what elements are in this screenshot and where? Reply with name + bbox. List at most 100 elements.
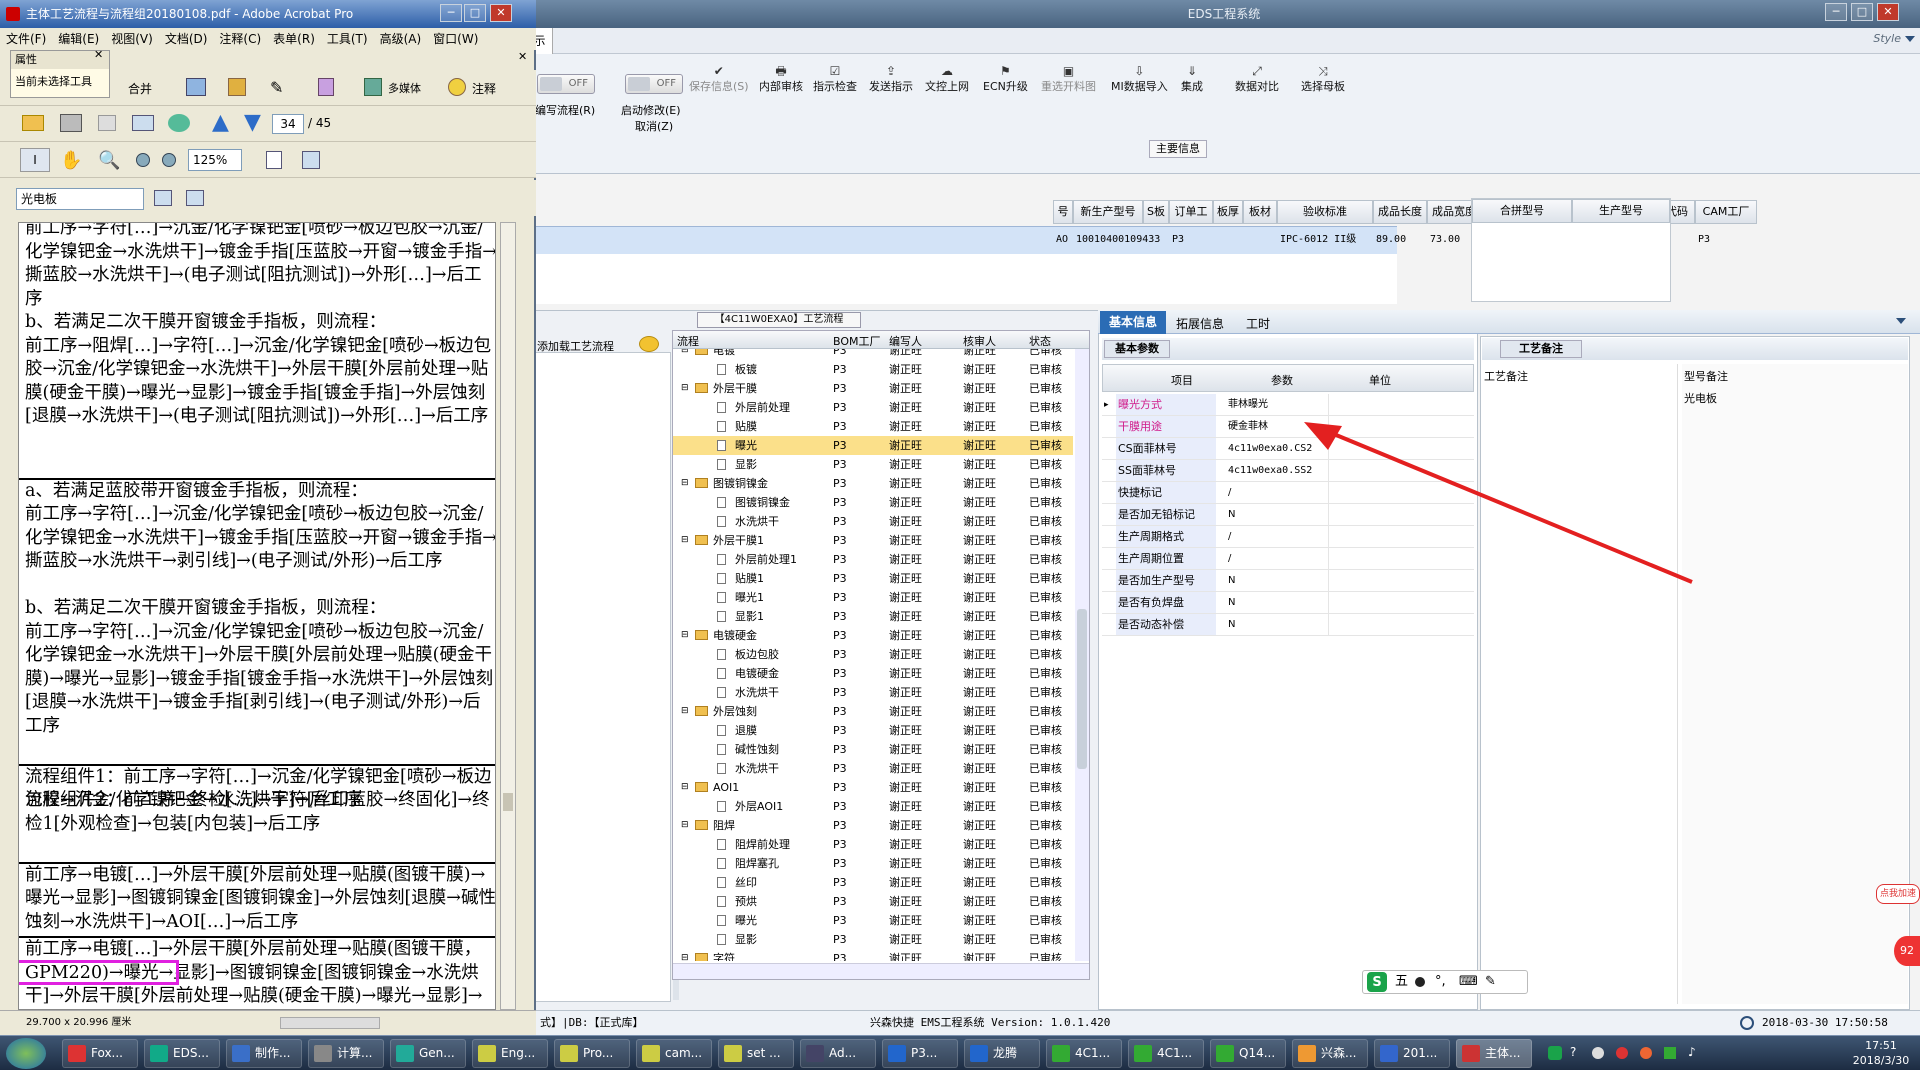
comment-button[interactable]: 注释 [472,80,496,97]
minimize-icon[interactable]: ─ [1825,3,1847,21]
pdf-menu-item[interactable]: 高级(A) [380,32,422,46]
tab-work-hours[interactable]: 工时 [1246,315,1270,332]
tree-vscroll[interactable] [1075,349,1089,961]
collapse-icon[interactable]: ⊟ [681,816,689,835]
tree-row[interactable]: ⊟ 外层干膜 P3 谢正旺 谢正旺 已审核 [673,379,1073,398]
column-header[interactable]: 成品长度 [1373,200,1427,224]
pdf-minimize-icon[interactable]: ─ [440,4,462,22]
pdf-hscroll[interactable] [280,1017,380,1029]
pdf-menu-item[interactable]: 编辑(E) [58,32,99,46]
tree-hscroll[interactable] [673,963,1089,979]
toolbar-button[interactable]: ☁ 文控上网 [925,64,969,94]
ribbon-expand-icon[interactable] [1905,36,1915,42]
taskbar-item[interactable]: 制作... [226,1039,302,1068]
zoom-out-icon[interactable] [136,153,150,167]
panel-close-icon[interactable]: ✕ [518,50,527,63]
tree-row[interactable]: 阻焊前处理 P3 谢正旺 谢正旺 已审核 [673,835,1073,854]
pdf-scroll-thumb[interactable] [503,793,513,811]
param-value[interactable]: N [1228,614,1324,636]
param-row[interactable]: ▸ 曝光方式 菲林曝光 [1102,394,1474,416]
collapse-icon[interactable]: ⊟ [681,349,689,360]
bookmark-options-icon[interactable] [154,190,172,206]
column-header[interactable]: S板 [1143,200,1169,224]
next-page-icon[interactable]: ▼ [244,110,261,135]
taskbar-item[interactable]: Gen... [390,1039,466,1068]
pdf-document-page[interactable]: 前工序→字符[…]→沉金/化学镍钯金[喷砂→板边包胶→沉金/化学镍钯金→水洗烘干… [18,222,496,1010]
tree-row[interactable]: 水洗烘干 P3 谢正旺 谢正旺 已审核 [673,683,1073,702]
toolbar-button[interactable]: ▣ 重选开料图 [1041,64,1096,94]
taskbar-item[interactable]: set ... [718,1039,794,1068]
tree-column-header[interactable]: 状态 [1029,333,1051,349]
properties-close-icon[interactable]: ✕ [94,48,103,61]
pdf-menu-item[interactable]: 工具(T) [327,32,368,46]
tree-row[interactable]: 阻焊塞孔 P3 谢正旺 谢正旺 已审核 [673,854,1073,873]
pdf-close-icon[interactable]: ✕ [490,4,512,22]
tree-row[interactable]: 水洗烘干 P3 谢正旺 谢正旺 已审核 [673,759,1073,778]
tree-row[interactable]: ⊟ 外层蚀刻 P3 谢正旺 谢正旺 已审核 [673,702,1073,721]
param-unit[interactable] [1328,592,1438,613]
column-header[interactable]: 板厚 [1213,200,1243,224]
process-note-tab[interactable]: 工艺备注 [1500,340,1582,358]
cancel-label[interactable]: 取消(Z) [635,118,673,134]
column-header[interactable]: 订单工厂 [1169,200,1213,240]
taskbar-item[interactable]: Eng... [472,1039,548,1068]
tab-extended-info[interactable]: 拓展信息 [1176,315,1224,332]
zoom-select[interactable]: 125% [188,149,242,171]
multimedia-button[interactable]: 多媒体 [388,80,421,96]
save-icon[interactable] [98,115,116,131]
ime-tools-icon[interactable]: ✎ [1485,971,1496,993]
email-icon[interactable] [132,115,154,131]
prev-page-icon[interactable]: ▲ [212,110,229,135]
param-value[interactable]: 菲林曝光 [1228,394,1324,416]
taskbar-item[interactable]: Pro... [554,1039,630,1068]
taskbar-item[interactable]: Ad... [800,1039,876,1068]
tree-row[interactable]: ⊟ 图镀铜镍金 P3 谢正旺 谢正旺 已审核 [673,474,1073,493]
pdf-vscroll[interactable] [500,222,516,1010]
ime-moon-icon[interactable] [1415,977,1425,987]
zoom-in-icon[interactable] [162,153,176,167]
collapse-icon[interactable]: ⊟ [681,626,689,645]
collapse-icon[interactable]: ⊟ [681,778,689,797]
comment-icon[interactable] [639,336,659,352]
tree-row[interactable]: 退膜 P3 谢正旺 谢正旺 已审核 [673,721,1073,740]
tree-row[interactable]: ⊟ 电镀硬金 P3 谢正旺 谢正旺 已审核 [673,626,1073,645]
taskbar-item[interactable]: 主体... [1456,1039,1532,1068]
tree-row[interactable]: 曝光1 P3 谢正旺 谢正旺 已审核 [673,588,1073,607]
tab-basic-info[interactable]: 基本信息 [1100,311,1166,334]
pdf-menu-item[interactable]: 窗口(W) [433,32,478,46]
bookmark-expand-icon[interactable] [186,190,204,206]
tree-scroll-thumb[interactable] [1077,609,1087,769]
fit-page-icon[interactable] [266,151,282,169]
pdf-menu-item[interactable]: 文件(F) [6,32,46,46]
tree-row[interactable]: 贴膜1 P3 谢正旺 谢正旺 已审核 [673,569,1073,588]
style-label[interactable]: Style [1873,32,1901,45]
tree-column-header[interactable]: BOM工厂 [833,333,881,349]
taskbar-item[interactable]: 计算... [308,1039,384,1068]
start-modify-toggle[interactable]: OFF [625,74,683,94]
toolbar-button[interactable]: ⚑ ECN升级 [983,64,1028,94]
toolbar-button[interactable]: ☑ 指示检查 [813,64,857,94]
param-row[interactable]: 是否有负焊盘 N [1102,592,1474,614]
fit-width-icon[interactable] [302,151,320,169]
speed-badge[interactable]: 点我加速 [1876,884,1920,904]
collapse-icon[interactable]: ⊟ [681,949,689,961]
tree-row[interactable]: 显影 P3 谢正旺 谢正旺 已审核 [673,930,1073,949]
comment-icon[interactable] [448,78,466,96]
tree-row[interactable]: 曝光 P3 谢正旺 谢正旺 已审核 [673,911,1073,930]
ime-toolbar[interactable]: S 五 °, ⌨ ✎ [1362,970,1528,994]
tree-row[interactable]: 板镀 P3 谢正旺 谢正旺 已审核 [673,360,1073,379]
sign-pen-icon[interactable]: ✎ [270,78,283,97]
taskbar-item[interactable]: 龙腾 [964,1039,1040,1068]
tree-row[interactable]: 水洗烘干 P3 谢正旺 谢正旺 已审核 [673,512,1073,531]
tree-row[interactable]: 板边包胶 P3 谢正旺 谢正旺 已审核 [673,645,1073,664]
tree-row[interactable]: 贴膜 P3 谢正旺 谢正旺 已审核 [673,417,1073,436]
tray-help-icon[interactable]: ? [1570,1045,1576,1059]
tree-column-header[interactable]: 流程 [677,333,699,349]
pdf-maximize-icon[interactable]: □ [464,4,486,22]
ime-keyboard-icon[interactable]: ⌨ [1459,971,1478,993]
toolbar-button[interactable]: 🖶 内部审核 [759,64,803,94]
toolbar-button[interactable]: ⇩ MI数据导入 [1111,64,1168,94]
zoom-tool-icon[interactable]: 🔍 [98,150,120,171]
tree-row[interactable]: 丝印 P3 谢正旺 谢正旺 已审核 [673,873,1073,892]
tree-column-header[interactable]: 核审人 [963,333,996,349]
